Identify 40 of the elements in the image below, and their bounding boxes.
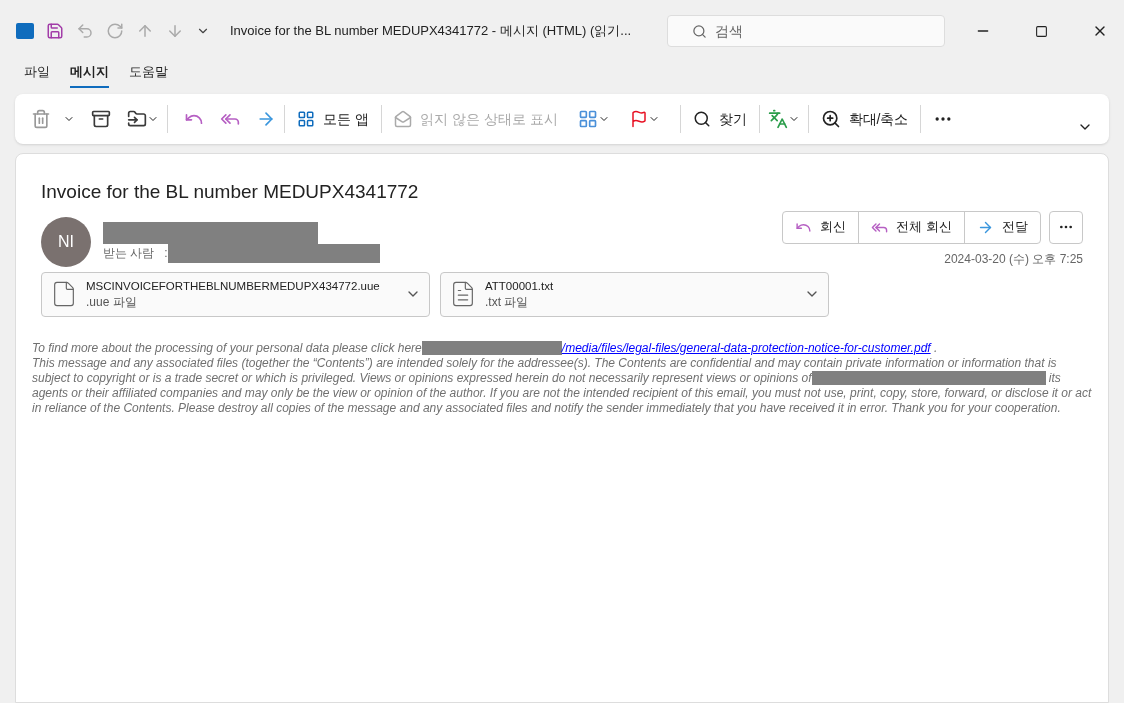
to-label: 받는 사람 : [103,245,168,262]
attachment-card[interactable]: MSCINVOICEFORTHEBLNUMBERMEDUPX434772.uue .uue 파일 [41,271,430,317]
mail-icon [393,110,412,128]
search-field[interactable]: 검색 [667,15,946,47]
zoom-icon [820,109,841,129]
move-icon[interactable] [127,109,147,129]
find-button[interactable]: 찾기 [688,108,751,130]
apps-grid-icon [297,110,315,128]
redo-icon[interactable] [106,22,124,40]
search-icon [692,110,711,128]
attachment-type: .txt 파일 [485,294,530,310]
sender-avatar: NI [41,216,91,267]
message-body-paragraph: To find more about the processing of your personal data please click here /media/files/legal-files/general-data-protection-notice-for-customer.pdf . [32,340,939,356]
message-date: 2024-03-20 (수) 오후 7:25 [944,250,1083,268]
reply-button[interactable]: 회신 [783,211,859,243]
ribbon-tab[interactable]: 메시지 [70,62,109,88]
attachment-name: ATT00001.txt [485,279,555,294]
undo-icon[interactable] [76,22,94,40]
ribbon-tab[interactable]: 파일 [24,62,50,88]
reply-all-button[interactable]: 전체 회신 [858,211,964,243]
message-body-paragraph: This message and any associated files (together the “Contents”) are intended solely for the addressee(s). The Contents are confidential and may contain private information or information that is subject to copyright or is a trade secret or which is privileged. Views or opinions expressed herein do not necessarily represent views or opinions of its agents or their affiliated companies and may only be the view or opinion of the author. If you are not the intended recipient of this email, you must not use, print, copy, store, forward, or disclose it or act in reliance of the Contents. Please destroy all copies of the message and any associated files and notify the sender immediately that you have received it in error. Thank you for your cooperation. [32,355,1093,416]
forward-button[interactable]: 전달 [964,211,1040,243]
maximize-icon[interactable] [1035,24,1048,38]
window-title: Invoice for the BL number MEDUPX4341772 - 메시지 (HTML) (읽기... [230,22,632,41]
message-subject: Invoice for the BL number MEDUPX4341772 [41,180,420,204]
ribbon-tab[interactable]: 도움말 [129,62,168,88]
save-icon[interactable] [46,22,64,40]
archive-icon[interactable] [91,109,111,129]
search-icon [692,23,708,39]
attachment-name: MSCINVOICEFORTHEBLNUMBERMEDUPX434772.uue [86,279,381,294]
zoom-button[interactable]: 확대/축소 [816,108,913,130]
attachment-type: .uue 파일 [86,294,138,310]
attachment-card[interactable]: ATT00001.txt .txt 파일 [440,271,829,317]
privacy-notice-link[interactable]: /media/files/legal-files/general-data-protection-notice-for-customer.pdf [561,340,931,355]
translate-icon[interactable] [767,109,788,129]
flag-icon[interactable] [629,110,648,128]
categorize-icon[interactable] [577,109,598,129]
arrow-down-icon[interactable] [166,22,184,40]
all-apps-button[interactable]: 모든 앱 [293,108,373,130]
delete-icon[interactable] [31,109,51,129]
